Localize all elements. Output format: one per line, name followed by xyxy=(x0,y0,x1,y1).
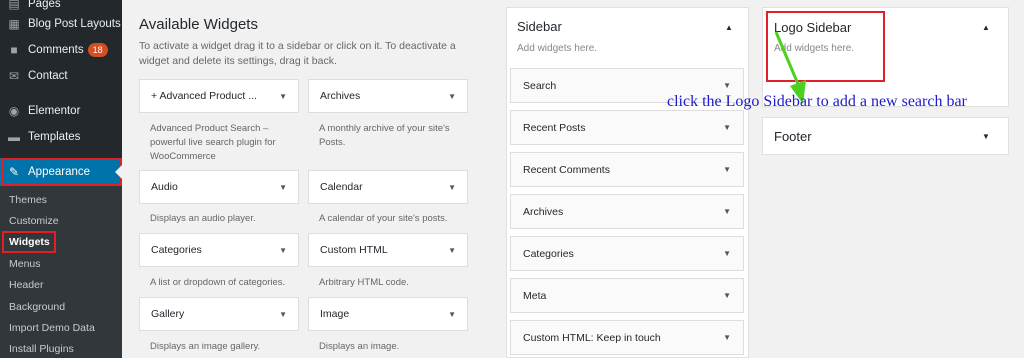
caret-down-icon[interactable]: ▼ xyxy=(723,207,731,216)
elementor-icon: ◉ xyxy=(8,104,20,118)
menu-item-comments[interactable]: ■ Comments 18 xyxy=(0,37,122,63)
widget-description: Displays an image. xyxy=(319,341,400,352)
widget-name: Recent Comments xyxy=(523,163,610,176)
widget-description-line: Posts. xyxy=(319,137,346,148)
available-widgets-title: Available Widgets xyxy=(139,16,258,33)
widget-name: Categories xyxy=(151,244,202,256)
widget-calendar[interactable]: Calendar ▼ xyxy=(308,170,468,204)
widget-name: Search xyxy=(523,79,557,92)
comments-count-badge: 18 xyxy=(87,43,108,57)
widget-name: Recent Posts xyxy=(523,121,586,134)
submenu-install-plugins[interactable]: Install Plugins xyxy=(9,343,74,355)
sidebar-area-subtitle: Add widgets here. xyxy=(517,43,598,54)
annotation-arrow-shaft xyxy=(774,31,800,85)
submenu-themes[interactable]: Themes xyxy=(9,194,47,206)
widget-description-line: A monthly archive of your site's xyxy=(319,123,450,134)
pages-icon: ▤ xyxy=(8,0,20,11)
menu-item-elementor[interactable]: ◉ Elementor xyxy=(0,98,122,124)
widget-description-line: powerful live search plugin for xyxy=(150,137,276,148)
current-menu-arrow xyxy=(115,165,122,179)
caret-down-icon[interactable]: ▼ xyxy=(448,183,456,192)
widget-name: Archives xyxy=(320,90,361,102)
widget-audio[interactable]: Audio ▼ xyxy=(139,170,299,204)
available-widgets-description-line1: To activate a widget drag it to a sideba… xyxy=(139,40,456,52)
widget-description: Arbitrary HTML code. xyxy=(319,277,409,288)
widget-name: Custom HTML: Keep in touch xyxy=(523,331,661,344)
widget-description-line: WooCommerce xyxy=(150,151,216,162)
widget-advanced-product-search[interactable]: + Advanced Product ... ▼ xyxy=(139,79,299,113)
caret-up-icon[interactable]: ▲ xyxy=(725,23,733,32)
widget-image[interactable]: Image ▼ xyxy=(308,297,468,331)
widget-description: A monthly archive of your site's Posts. xyxy=(319,122,479,150)
annotation-text: click the Logo Sidebar to add a new sear… xyxy=(667,93,967,110)
caret-down-icon[interactable]: ▼ xyxy=(723,165,731,174)
menu-item-contact[interactable]: ✉ Contact xyxy=(0,63,122,89)
footer-area-title[interactable]: Footer xyxy=(774,129,812,144)
caret-down-icon[interactable]: ▼ xyxy=(279,246,287,255)
submenu-header[interactable]: Header xyxy=(9,279,43,291)
comments-icon: ■ xyxy=(10,43,18,57)
sidebar-widget-categories[interactable]: Categories ▼ xyxy=(510,236,744,271)
widget-archives[interactable]: Archives ▼ xyxy=(308,79,468,113)
layout-icon: ▦ xyxy=(8,17,20,31)
submenu-menus[interactable]: Menus xyxy=(9,258,41,270)
caret-down-icon[interactable]: ▼ xyxy=(723,291,731,300)
caret-down-icon[interactable]: ▼ xyxy=(448,246,456,255)
sidebar-area-title[interactable]: Sidebar xyxy=(517,19,562,34)
widget-description: Displays an audio player. xyxy=(150,213,256,224)
widget-name: Archives xyxy=(523,205,564,218)
widget-description: A list or dropdown of categories. xyxy=(150,277,286,288)
caret-up-icon[interactable]: ▲ xyxy=(982,23,990,32)
widget-name: + Advanced Product ... xyxy=(151,90,257,102)
caret-down-icon[interactable]: ▼ xyxy=(982,132,990,141)
widget-description: A calendar of your site's posts. xyxy=(319,213,448,224)
widget-name: Custom HTML xyxy=(320,244,388,256)
widget-gallery[interactable]: Gallery ▼ xyxy=(139,297,299,331)
menu-item-templates[interactable]: ▬ Templates xyxy=(0,124,122,150)
caret-down-icon[interactable]: ▼ xyxy=(279,92,287,101)
submenu-background[interactable]: Background xyxy=(9,301,65,313)
sidebar-widget-meta[interactable]: Meta ▼ xyxy=(510,278,744,313)
caret-down-icon[interactable]: ▼ xyxy=(723,333,731,342)
widget-name: Calendar xyxy=(320,181,363,193)
caret-down-icon[interactable]: ▼ xyxy=(723,81,731,90)
mail-icon: ✉ xyxy=(8,69,20,83)
widget-description-line: Advanced Product Search – xyxy=(150,123,269,134)
submenu-import-demo-data[interactable]: Import Demo Data xyxy=(9,322,95,334)
menu-item-blog-post-layouts[interactable]: ▦ Blog Post Layouts xyxy=(0,11,122,37)
caret-down-icon[interactable]: ▼ xyxy=(448,92,456,101)
widget-description: Displays an image gallery. xyxy=(150,341,261,352)
caret-down-icon[interactable]: ▼ xyxy=(279,183,287,192)
caret-down-icon[interactable]: ▼ xyxy=(279,310,287,319)
folder-icon: ▬ xyxy=(8,130,20,144)
sidebar-widget-recent-posts[interactable]: Recent Posts ▼ xyxy=(510,110,744,145)
widget-name: Gallery xyxy=(151,308,185,320)
widget-categories[interactable]: Categories ▼ xyxy=(139,233,299,267)
widget-name: Meta xyxy=(523,289,547,302)
widget-name: Categories xyxy=(523,247,574,260)
caret-down-icon[interactable]: ▼ xyxy=(448,310,456,319)
widget-description: Advanced Product Search – powerful live … xyxy=(150,122,310,164)
appearance-highlight-box xyxy=(1,158,122,186)
admin-menu: ▤ Pages ▦ Blog Post Layouts ■ Comments 1… xyxy=(0,0,122,358)
sidebar-widget-archives[interactable]: Archives ▼ xyxy=(510,194,744,229)
widget-name: Image xyxy=(320,308,350,320)
sidebar-widget-custom-html[interactable]: Custom HTML: Keep in touch ▼ xyxy=(510,320,744,355)
widget-name: Audio xyxy=(151,181,178,193)
sidebar-widget-recent-comments[interactable]: Recent Comments ▼ xyxy=(510,152,744,187)
caret-down-icon[interactable]: ▼ xyxy=(723,249,731,258)
available-widgets-description-line2: widget and delete its settings, drag it … xyxy=(139,55,337,67)
widgets-highlight-box xyxy=(2,231,56,253)
caret-down-icon[interactable]: ▼ xyxy=(723,123,731,132)
submenu-customize[interactable]: Customize xyxy=(9,215,59,227)
widget-custom-html[interactable]: Custom HTML ▼ xyxy=(308,233,468,267)
